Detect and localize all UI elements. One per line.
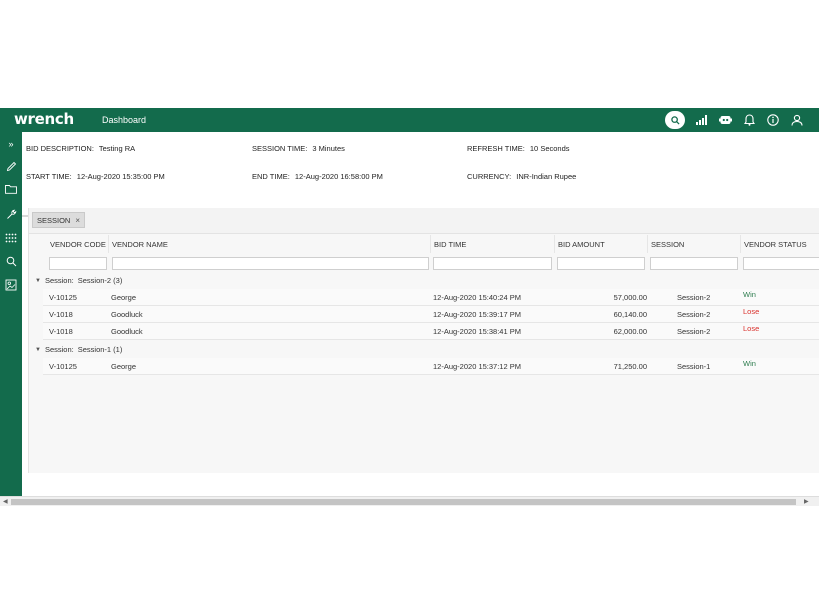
search-icon[interactable]: [665, 111, 685, 129]
group-label: Session:: [44, 276, 74, 285]
cell-vendor-name: Goodluck: [111, 310, 143, 319]
signal-icon[interactable]: [693, 112, 709, 128]
cell-bid-time: 12-Aug-2020 15:37:12 PM: [433, 362, 521, 371]
cell-session: Session-2: [677, 310, 711, 319]
user-icon[interactable]: [789, 112, 805, 128]
cell-vendor-name: George: [111, 362, 137, 371]
table-row[interactable]: V-10125 George 12-Aug-2020 15:37:12 PM 7…: [43, 358, 819, 375]
cell-vendor-code: V-10125: [49, 362, 77, 371]
filter-vendor-code[interactable]: [49, 257, 107, 270]
cell-vendor-status: Lose: [743, 324, 760, 333]
nav-dashboard-link[interactable]: Dashboard: [102, 115, 146, 125]
folder-icon[interactable]: [3, 181, 19, 197]
session-time-label: SESSION TIME:: [252, 144, 308, 153]
chevron-down-icon[interactable]: ▼: [35, 347, 41, 353]
group-row-session-2[interactable]: ▼ Session: Session-2 (3): [35, 276, 122, 285]
top-bar: wrench Dashboard: [0, 108, 819, 132]
end-time: END TIME: 12-Aug-2020 16:58:00 PM: [252, 172, 383, 181]
cell-vendor-name: George: [111, 293, 137, 302]
brand-logo[interactable]: wrench: [14, 110, 74, 128]
cell-vendor-status: Win: [743, 290, 756, 299]
filter-bid-time[interactable]: [433, 257, 552, 270]
bid-description: BID DESCRIPTION: Testing RA: [26, 144, 135, 153]
cell-session: Session-2: [677, 327, 711, 336]
group-label: Session:: [44, 345, 74, 354]
info-icon[interactable]: [765, 112, 781, 128]
cell-bid-amount: 62,000.00: [613, 327, 647, 336]
cell-vendor-code: V-1018: [49, 310, 73, 319]
column-header-vendor-name[interactable]: VENDOR NAME: [109, 235, 431, 253]
chevron-down-icon[interactable]: ▼: [35, 278, 41, 284]
group-value: Session-2 (3): [77, 276, 123, 285]
group-by-bar: SESSION ×: [29, 208, 819, 234]
group-chip-label: SESSION: [37, 215, 71, 225]
bid-description-label: BID DESCRIPTION:: [26, 144, 94, 153]
table-row[interactable]: V-1018 Goodluck 12-Aug-2020 15:38:41 PM …: [43, 323, 819, 340]
group-value: Session-1 (1): [77, 345, 123, 354]
chatbot-icon[interactable]: [717, 112, 733, 128]
cell-bid-amount: 60,140.00: [613, 310, 647, 319]
cell-session: Session-1: [677, 362, 711, 371]
cell-vendor-status: Win: [743, 359, 756, 368]
cell-bid-time: 12-Aug-2020 15:38:41 PM: [433, 327, 521, 336]
close-icon[interactable]: ×: [75, 216, 80, 225]
refresh-time: REFRESH TIME: 10 Seconds: [467, 144, 570, 153]
group-row-session-1[interactable]: ▼ Session: Session-1 (1): [35, 345, 122, 354]
refresh-time-value: 10 Seconds: [529, 144, 570, 153]
main-content: BID DESCRIPTION: Testing RA SESSION TIME…: [22, 132, 819, 506]
filter-vendor-name[interactable]: [112, 257, 429, 270]
column-header-session[interactable]: SESSION: [648, 235, 741, 253]
cell-bid-time: 12-Aug-2020 15:39:17 PM: [433, 310, 521, 319]
horizontal-scrollbar[interactable]: ◀ ▶: [0, 496, 819, 506]
start-time: START TIME: 12-Aug-2020 15:35:00 PM: [26, 172, 165, 181]
cell-bid-amount: 71,250.00: [613, 362, 647, 371]
column-header-vendor-code[interactable]: VENDOR CODE: [47, 235, 109, 253]
pencil-icon[interactable]: [3, 158, 19, 174]
scrollbar-thumb[interactable]: [11, 499, 796, 505]
report-icon[interactable]: [3, 277, 19, 293]
refresh-time-label: REFRESH TIME:: [467, 144, 525, 153]
scroll-right-icon[interactable]: ▶: [804, 498, 809, 505]
bell-icon[interactable]: [741, 112, 757, 128]
end-time-value: 12-Aug-2020 16:58:00 PM: [294, 172, 383, 181]
wrench-icon[interactable]: [3, 206, 19, 222]
currency: CURRENCY: INR-Indian Rupee: [467, 172, 576, 181]
cell-bid-amount: 57,000.00: [613, 293, 647, 302]
search-icon[interactable]: [3, 253, 19, 269]
cell-vendor-name: Goodluck: [111, 327, 143, 336]
session-time-value: 3 Minutes: [312, 144, 345, 153]
session-time: SESSION TIME: 3 Minutes: [252, 144, 345, 153]
start-time-value: 12-Aug-2020 15:35:00 PM: [76, 172, 165, 181]
table-row[interactable]: V-1018 Goodluck 12-Aug-2020 15:39:17 PM …: [43, 306, 819, 323]
currency-label: CURRENCY:: [467, 172, 512, 181]
end-time-label: END TIME:: [252, 172, 290, 181]
cell-vendor-status: Lose: [743, 307, 760, 316]
table-row[interactable]: V-10125 George 12-Aug-2020 15:40:24 PM 5…: [43, 289, 819, 306]
apps-grid-icon[interactable]: [3, 230, 19, 246]
scroll-left-icon[interactable]: ◀: [3, 498, 8, 505]
sidebar: »: [0, 132, 22, 506]
column-header-bid-time[interactable]: BID TIME: [431, 235, 555, 253]
cell-session: Session-2: [677, 293, 711, 302]
group-chip-session[interactable]: SESSION ×: [32, 212, 86, 228]
filter-vendor-status[interactable]: [743, 257, 819, 270]
cell-vendor-code: V-1018: [49, 327, 73, 336]
expand-icon[interactable]: »: [3, 136, 19, 152]
filter-session[interactable]: [650, 257, 738, 270]
app-window: wrench Dashboard » BID DESCRIPTION: Test…: [0, 108, 819, 506]
column-header-bid-amount[interactable]: BID AMOUNT: [555, 235, 648, 253]
currency-value: INR-Indian Rupee: [516, 172, 577, 181]
column-header-vendor-status[interactable]: VENDOR STATUS: [741, 235, 819, 253]
bid-grid: SESSION × VENDOR CODE VENDOR NAME BID TI…: [28, 208, 819, 473]
filter-bid-amount[interactable]: [557, 257, 645, 270]
cell-bid-time: 12-Aug-2020 15:40:24 PM: [433, 293, 521, 302]
top-icon-bar: [665, 111, 805, 129]
start-time-label: START TIME:: [26, 172, 72, 181]
cell-vendor-code: V-10125: [49, 293, 77, 302]
bid-description-value: Testing RA: [98, 144, 136, 153]
